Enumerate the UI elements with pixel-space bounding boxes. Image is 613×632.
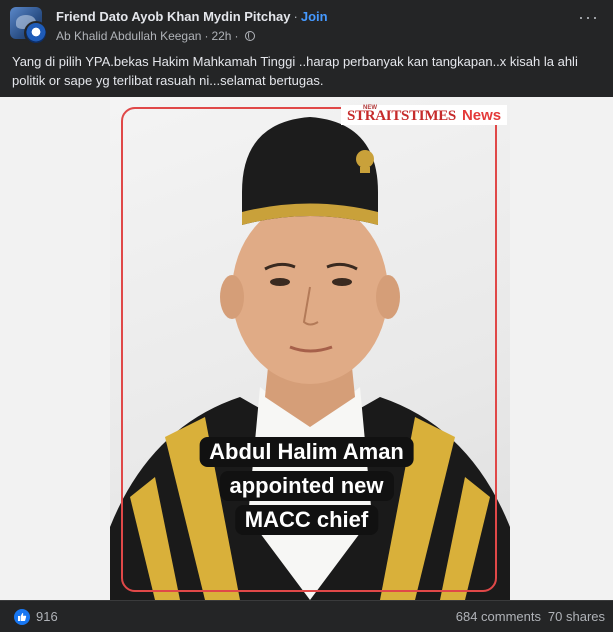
user-avatar-icon[interactable] (24, 21, 48, 45)
post-timestamp[interactable]: 22h (211, 29, 231, 43)
globe-icon (245, 31, 256, 41)
comments-count-link[interactable]: 684 comments (456, 609, 541, 624)
brand-new-label: NEW (363, 105, 377, 111)
post-caption: Yang di pilih YPA.bekas Hakim Mahkamah T… (12, 54, 578, 88)
reaction-count[interactable]: 916 (36, 609, 58, 624)
like-reaction-icon[interactable] (14, 609, 30, 625)
post-meta: Ab Khalid Abdullah Keegan · 22h · (56, 29, 256, 43)
post-footer: 916 684 comments 70 shares (0, 600, 613, 632)
overlay-line-1: Abdul Halim Aman (199, 437, 414, 467)
overlay-line-2: appointed new (219, 471, 394, 501)
post-title-line: Friend Dato Ayob Khan Mydin Pitchay · Join (56, 9, 328, 24)
post-header: Friend Dato Ayob Khan Mydin Pitchay · Join… (0, 0, 613, 50)
shares-count-link[interactable]: 70 shares (548, 609, 605, 624)
post-image[interactable]: NEW STRAITSTIMES News Abdul Halim Aman a… (0, 97, 613, 600)
overlay-line-3: MACC chief (234, 505, 379, 535)
thumb-up-icon (18, 613, 27, 621)
nst-news-logo: NEW STRAITSTIMES News (341, 105, 508, 125)
join-button[interactable]: Join (301, 9, 328, 24)
poster-name-link[interactable]: Ab Khalid Abdullah Keegan (56, 29, 201, 43)
meta-separator: · (204, 29, 209, 43)
group-name-link[interactable]: Friend Dato Ayob Khan Mydin Pitchay (56, 9, 291, 24)
title-separator: · (293, 9, 298, 24)
meta-separator-2: · (234, 29, 239, 43)
avatar-stack[interactable] (10, 7, 48, 45)
facebook-post: Friend Dato Ayob Khan Mydin Pitchay · Join… (0, 0, 613, 632)
brand-news-label: News (461, 107, 502, 124)
more-options-icon[interactable]: ··· (578, 8, 599, 26)
